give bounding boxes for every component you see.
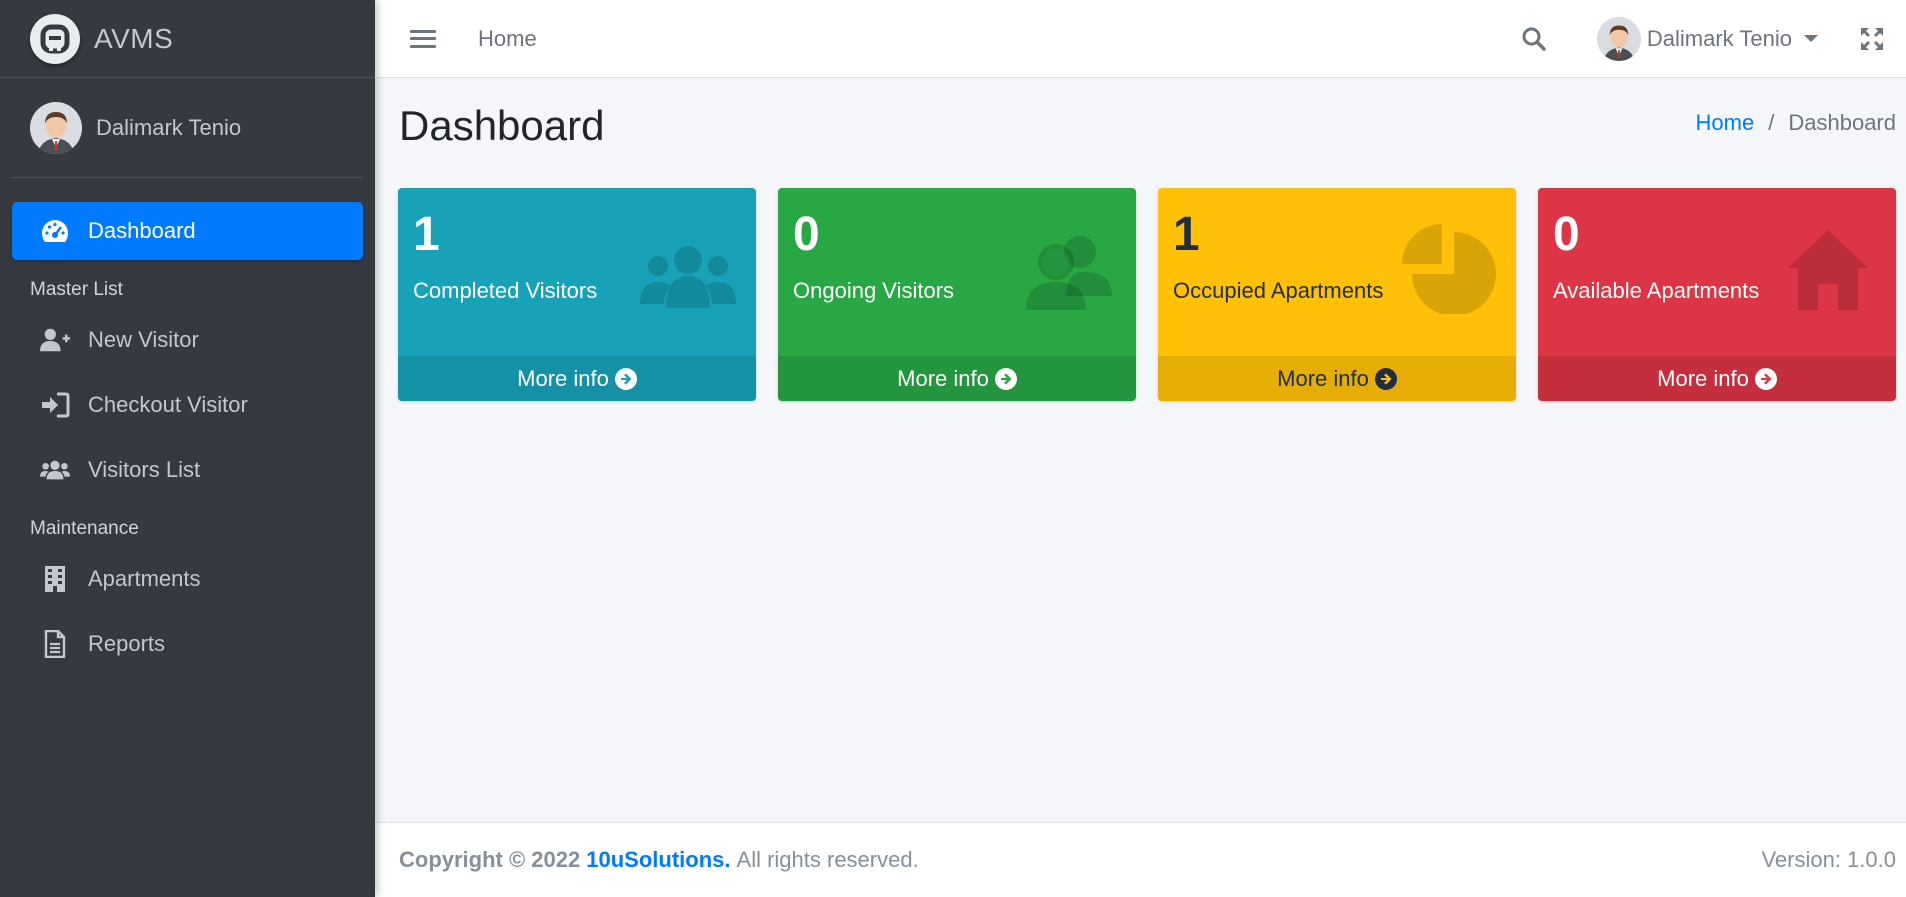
- more-info-link[interactable]: More info: [778, 356, 1136, 401]
- navbar-user-name: Dalimark Tenio: [1646, 25, 1792, 51]
- chevron-down-icon: [1804, 35, 1818, 42]
- user-menu[interactable]: Dalimark Tenio: [1596, 16, 1818, 61]
- stat-box-completed-visitors: 1 Completed Visitors More info: [398, 188, 756, 401]
- sidebar-menu: Dashboard Master List New Visitor Checko…: [0, 178, 375, 673]
- breadcrumb-home-link[interactable]: Home: [1696, 110, 1755, 136]
- sidebar-item-reports[interactable]: Reports: [12, 615, 363, 673]
- sidebar-item-new-visitor[interactable]: New Visitor: [12, 311, 363, 369]
- arrow-circle-right-icon: [1754, 367, 1777, 390]
- search-icon[interactable]: [1521, 26, 1547, 52]
- sidebar-user-name: Dalimark Tenio: [96, 114, 242, 140]
- sidebar-item-label: Apartments: [88, 566, 201, 591]
- file-icon: [40, 629, 70, 659]
- more-info-link[interactable]: More info: [398, 356, 756, 401]
- home-icon: [1778, 224, 1878, 314]
- page-title: Dashboard: [399, 102, 605, 149]
- stat-box-occupied-apartments: 1 Occupied Apartments More info: [1158, 188, 1516, 401]
- arrow-circle-right-icon: [1374, 367, 1397, 390]
- brand-link[interactable]: AVMS: [0, 0, 375, 78]
- version-text: Version: 1.0.0: [1761, 847, 1896, 872]
- sidebar-item-visitors-list[interactable]: Visitors List: [12, 441, 363, 499]
- more-info-label: More info: [1277, 365, 1369, 391]
- more-info-link[interactable]: More info: [1538, 356, 1896, 401]
- top-navbar: Home Dalimark Tenio: [375, 0, 1906, 78]
- sidebar-item-label: Visitors List: [88, 457, 201, 482]
- avatar: [30, 101, 82, 154]
- stat-boxes: 1 Completed Visitors More info 0 Ongoing…: [398, 188, 1896, 401]
- arrow-circle-right-icon: [994, 367, 1017, 390]
- navbar-home-link[interactable]: Home: [478, 26, 537, 52]
- brand-name: AVMS: [94, 22, 174, 54]
- copyright-text: Copyright © 2022: [399, 847, 581, 872]
- user-plus-icon: [40, 325, 70, 355]
- sidebar-item-label: Dashboard: [88, 218, 196, 243]
- fullscreen-icon[interactable]: [1860, 27, 1884, 51]
- breadcrumb: Home / Dashboard: [1696, 110, 1896, 136]
- pie-chart-icon: [1398, 224, 1498, 316]
- nav-header-master-list: Master List: [30, 279, 123, 300]
- tachometer-icon: [40, 216, 70, 246]
- nav-header-maintenance: Maintenance: [30, 518, 139, 539]
- user-friends-icon: [1018, 224, 1118, 314]
- rights-text: All rights reserved.: [736, 847, 919, 872]
- users-icon: [638, 224, 738, 314]
- sidebar-item-label: Reports: [88, 631, 166, 656]
- company-link[interactable]: 10uSolutions.: [586, 847, 730, 873]
- more-info-label: More info: [517, 365, 609, 391]
- sidebar-item-checkout-visitor[interactable]: Checkout Visitor: [12, 376, 363, 434]
- main-sidebar: AVMS Dalimark Tenio Dashboard Master Lis…: [0, 0, 375, 897]
- more-info-link[interactable]: More info: [1158, 356, 1516, 401]
- sidebar-item-dashboard[interactable]: Dashboard: [12, 202, 363, 260]
- users-icon: [40, 455, 70, 485]
- sign-in-icon: [40, 390, 70, 420]
- more-info-label: More info: [1657, 365, 1749, 391]
- user-panel[interactable]: Dalimark Tenio: [12, 78, 363, 178]
- breadcrumb-separator: /: [1768, 110, 1775, 135]
- more-info-label: More info: [897, 365, 989, 391]
- sidebar-item-label: Checkout Visitor: [88, 392, 248, 417]
- arrow-circle-right-icon: [614, 367, 637, 390]
- stat-box-available-apartments: 0 Available Apartments More info: [1538, 188, 1896, 401]
- sidebar-item-label: New Visitor: [88, 327, 199, 352]
- logo-icon: [30, 13, 80, 64]
- avatar: [1596, 16, 1641, 61]
- main-footer: Copyright © 2022 10uSolutions. All right…: [375, 822, 1906, 897]
- menu-toggle-icon[interactable]: [410, 27, 436, 51]
- navbar-right: Dalimark Tenio: [1521, 0, 1906, 78]
- building-icon: [40, 564, 70, 594]
- stat-box-ongoing-visitors: 0 Ongoing Visitors More info: [778, 188, 1136, 401]
- breadcrumb-current: Dashboard: [1788, 110, 1896, 135]
- sidebar-item-apartments[interactable]: Apartments: [12, 550, 363, 608]
